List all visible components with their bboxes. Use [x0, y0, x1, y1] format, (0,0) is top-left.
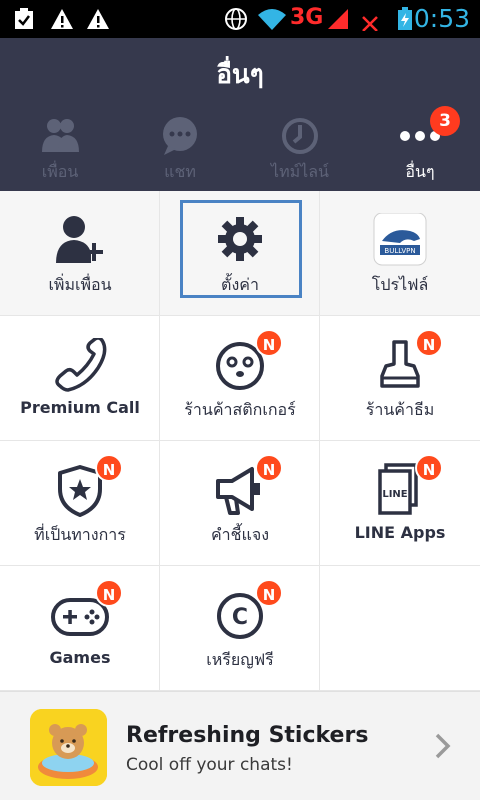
clipboard-check-icon: [15, 8, 33, 29]
item-label: ที่เป็นทางการ: [34, 525, 126, 544]
item-label: Premium Call: [20, 398, 140, 417]
new-badge: N: [415, 329, 443, 357]
line-apps-icon-text: LINE: [382, 489, 407, 500]
chevron-right-icon[interactable]: [434, 732, 452, 760]
friends-icon: [42, 119, 79, 152]
avatar-text: BULLVPN: [384, 247, 415, 255]
tab-label: อื่นๆ: [405, 162, 435, 181]
notification-badge: 3: [430, 106, 460, 136]
new-badge: N: [95, 454, 123, 482]
item-label: เหรียญฟรี: [206, 650, 274, 669]
empty-cell: [320, 566, 480, 691]
add-friend-item[interactable]: เพิ่มเพื่อน: [0, 191, 160, 316]
item-label: ร้านค้าธีม: [365, 400, 435, 419]
item-label: ร้านค้าสติกเกอร์: [184, 400, 296, 419]
tab-more[interactable]: 3 อื่นๆ: [360, 106, 480, 191]
item-label: Games: [49, 648, 111, 667]
tab-friends[interactable]: เพื่อน: [0, 116, 120, 191]
new-badge: N: [95, 579, 123, 607]
games-item[interactable]: N Games: [0, 566, 160, 691]
app-header: อื่นๆ เพื่อน แชท ไทม์ไลน์ 3 อื่นๆ: [0, 38, 480, 191]
new-badge: N: [255, 454, 283, 482]
item-label: เพิ่มเพื่อน: [48, 275, 112, 294]
page-title: อื่นๆ: [216, 60, 264, 90]
no-data-icon: [362, 16, 378, 31]
banner-subtitle: Cool off your chats!: [126, 755, 293, 775]
new-badge: N: [255, 579, 283, 607]
item-label: LINE Apps: [354, 523, 446, 542]
warning-icon: [51, 9, 73, 29]
notices-item[interactable]: N คำชี้แจง: [160, 441, 320, 566]
selection-highlight: [180, 200, 302, 298]
clock: 0:53: [413, 4, 470, 33]
battery-charging-icon: [398, 7, 412, 30]
sticker-thumbnail: [30, 709, 107, 786]
theme-shop-item[interactable]: N ร้านค้าธีม: [320, 316, 480, 441]
add-friend-icon: [56, 216, 103, 263]
item-label: คำชี้แจง: [210, 525, 270, 544]
banner-title: Refreshing Stickers: [126, 723, 369, 748]
profile-avatar-icon: BULLVPN: [373, 213, 427, 266]
tab-timeline[interactable]: ไทม์ไลน์: [240, 116, 360, 191]
status-bar: 3G 0:53: [0, 0, 480, 38]
new-badge: N: [255, 329, 283, 357]
signal-icon: [328, 9, 348, 29]
item-label: โปรไฟล์: [371, 275, 429, 294]
tab-label: เพื่อน: [41, 162, 79, 181]
free-coins-item[interactable]: C N เหรียญฟรี: [160, 566, 320, 691]
official-accounts-item[interactable]: N ที่เป็นทางการ: [0, 441, 160, 566]
profile-item[interactable]: BULLVPN โปรไฟล์: [320, 191, 480, 316]
sticker-shop-item[interactable]: N ร้านค้าสติกเกอร์: [160, 316, 320, 441]
tab-label: แชท: [164, 162, 196, 181]
tab-label: ไทม์ไลน์: [271, 162, 329, 181]
network-type: 3G: [290, 5, 324, 30]
promo-banner[interactable]: Refreshing Stickers Cool off your chats!: [0, 691, 480, 800]
globe-icon: [225, 8, 247, 30]
bear-sticker-icon: [30, 709, 107, 786]
chat-icon: [163, 117, 197, 155]
premium-call-item[interactable]: Premium Call: [0, 316, 160, 441]
wifi-icon: [258, 9, 286, 30]
line-apps-item[interactable]: LINE N LINE Apps: [320, 441, 480, 566]
phone-icon: [55, 338, 107, 392]
new-badge: N: [415, 454, 443, 482]
tab-chat[interactable]: แชท: [120, 116, 240, 191]
coin-icon-text: C: [232, 605, 248, 630]
clock-icon: [282, 118, 318, 154]
warning-icon: [87, 9, 109, 29]
